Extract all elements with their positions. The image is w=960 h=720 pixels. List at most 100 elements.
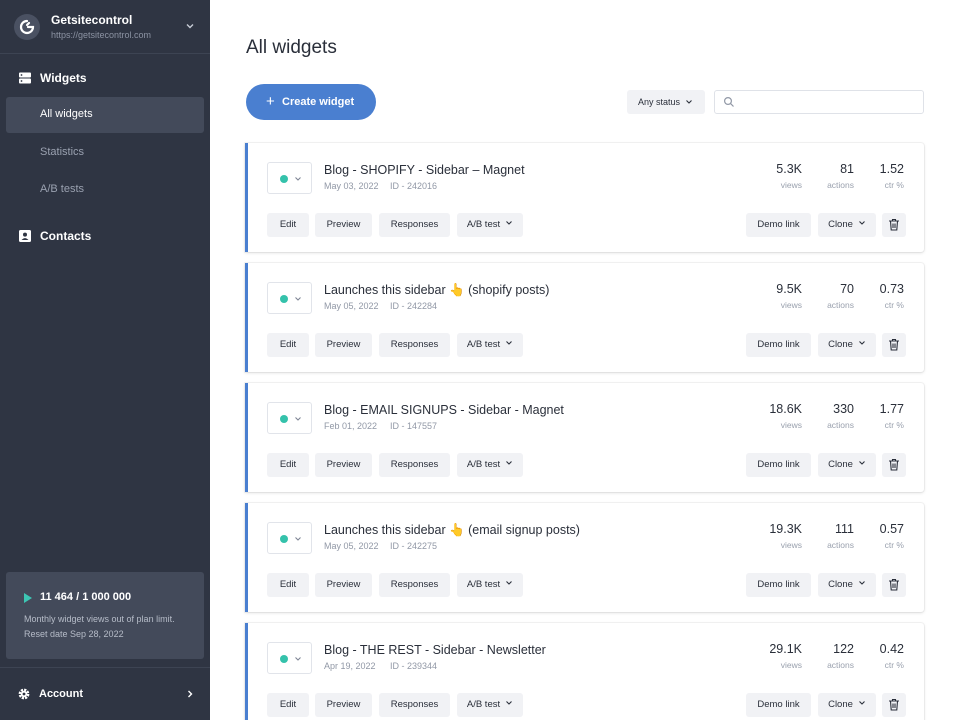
edit-button[interactable]: Edit (267, 693, 309, 717)
demo-link-button[interactable]: Demo link (746, 573, 811, 597)
stat-ctr: 0.73 ctr % (844, 282, 904, 310)
nav-contacts[interactable]: Contacts (0, 224, 210, 248)
delete-button[interactable] (882, 333, 906, 357)
sidebar-item-statistics[interactable]: Statistics (6, 135, 204, 171)
clone-button[interactable]: Clone (818, 333, 876, 357)
ab-test-button[interactable]: A/B test (457, 693, 523, 717)
sidebar-item-ab-tests[interactable]: A/B tests (6, 172, 204, 208)
nav-widgets[interactable]: Widgets (0, 66, 210, 90)
page-title: All widgets (246, 37, 337, 58)
delete-button[interactable] (882, 573, 906, 597)
create-widget-button[interactable]: + Create widget (246, 84, 376, 120)
account-menu[interactable]: Account (0, 667, 210, 720)
stat-ctr-value: 0.73 (879, 282, 904, 296)
clone-label: Clone (828, 699, 853, 710)
stat-ctr: 1.52 ctr % (844, 162, 904, 190)
stat-ctr: 1.77 ctr % (844, 402, 904, 430)
chevron-down-icon (506, 221, 513, 225)
preview-button[interactable]: Preview (315, 573, 372, 597)
clone-button[interactable]: Clone (818, 453, 876, 477)
delete-button[interactable] (882, 453, 906, 477)
chevron-down-icon (686, 100, 692, 104)
clone-button[interactable]: Clone (818, 573, 876, 597)
site-switcher[interactable]: Getsitecontrol https://getsitecontrol.co… (0, 0, 210, 54)
demo-link-button[interactable]: Demo link (746, 453, 811, 477)
widget-status-toggle[interactable] (267, 162, 312, 194)
edit-button[interactable]: Edit (267, 333, 309, 357)
chevron-down-icon (859, 221, 865, 225)
ab-test-button[interactable]: A/B test (457, 453, 523, 477)
chevron-down-icon (859, 341, 865, 345)
widget-status-toggle[interactable] (267, 522, 312, 554)
stat-views: 19.3K views (742, 522, 802, 550)
clone-label: Clone (828, 579, 853, 590)
clone-button[interactable]: Clone (818, 693, 876, 717)
search-input[interactable] (741, 94, 917, 110)
widget-date: Feb 01, 2022 (324, 421, 378, 431)
preview-button[interactable]: Preview (315, 333, 372, 357)
edit-button[interactable]: Edit (267, 453, 309, 477)
usage-count: 11 464 / 1 000 000 (40, 591, 132, 603)
demo-link-label: Demo link (757, 339, 800, 350)
stat-views: 29.1K views (742, 642, 802, 670)
stat-ctr-value: 0.57 (879, 522, 904, 536)
preview-button[interactable]: Preview (315, 693, 372, 717)
preview-button[interactable]: Preview (315, 453, 372, 477)
stat-views-label: views (780, 540, 802, 550)
widget-title[interactable]: Blog - THE REST - Sidebar - Newsletter (324, 643, 546, 657)
responses-button[interactable]: Responses (379, 213, 450, 237)
widget-status-toggle[interactable] (267, 642, 312, 674)
chevron-right-icon (188, 690, 193, 698)
play-icon (24, 593, 32, 603)
chevron-down-icon (506, 581, 513, 585)
stat-ctr-value: 0.42 (879, 642, 904, 656)
widget-status-toggle[interactable] (267, 282, 312, 314)
trash-icon (889, 458, 899, 471)
widget-title[interactable]: Blog - EMAIL SIGNUPS - Sidebar - Magnet (324, 403, 564, 417)
ab-test-button[interactable]: A/B test (457, 573, 523, 597)
demo-link-button[interactable]: Demo link (746, 693, 811, 717)
chevron-down-icon (506, 461, 513, 465)
stat-views-label: views (780, 420, 802, 430)
responses-button[interactable]: Responses (379, 693, 450, 717)
demo-link-button[interactable]: Demo link (746, 213, 811, 237)
trash-icon (889, 698, 899, 711)
responses-button[interactable]: Responses (379, 333, 450, 357)
clone-button[interactable]: Clone (818, 213, 876, 237)
preview-button[interactable]: Preview (315, 213, 372, 237)
search-box[interactable] (714, 90, 924, 114)
ab-test-label: A/B test (466, 459, 501, 470)
chevron-down-icon (186, 24, 194, 29)
delete-button[interactable] (882, 213, 906, 237)
widget-title[interactable]: Blog - SHOPIFY - Sidebar – Magnet (324, 163, 525, 177)
demo-link-button[interactable]: Demo link (746, 333, 811, 357)
edit-button[interactable]: Edit (267, 573, 309, 597)
responses-button[interactable]: Responses (379, 573, 450, 597)
edit-label: Edit (279, 219, 297, 230)
ab-test-button[interactable]: A/B test (457, 213, 523, 237)
stat-views-value: 19.3K (769, 522, 802, 536)
chevron-down-icon (295, 297, 301, 301)
plus-icon: + (266, 93, 275, 110)
ab-test-button[interactable]: A/B test (457, 333, 523, 357)
widget-id: ID - 147557 (390, 421, 438, 431)
sidebar-item-label: A/B tests (40, 183, 85, 195)
chevron-down-icon (506, 701, 513, 705)
edit-button[interactable]: Edit (267, 213, 309, 237)
clone-label: Clone (828, 459, 853, 470)
responses-label: Responses (390, 699, 439, 710)
widget-status-toggle[interactable] (267, 402, 312, 434)
status-filter-value: Any status (638, 97, 681, 107)
widget-title[interactable]: Launches this sidebar 👆 (email signup po… (324, 523, 580, 538)
widget-id: ID - 242016 (390, 181, 438, 191)
status-filter-select[interactable]: Any status (627, 90, 705, 114)
responses-button[interactable]: Responses (379, 453, 450, 477)
sidebar-item-all-widgets[interactable]: All widgets (6, 97, 204, 133)
clone-label: Clone (828, 339, 853, 350)
usage-panel: 11 464 / 1 000 000 Monthly widget views … (6, 572, 204, 659)
stat-ctr-value: 1.77 (879, 402, 904, 416)
server-icon (19, 72, 31, 84)
delete-button[interactable] (882, 693, 906, 717)
widget-title[interactable]: Launches this sidebar 👆 (shopify posts) (324, 283, 549, 298)
stat-views-label: views (780, 660, 802, 670)
